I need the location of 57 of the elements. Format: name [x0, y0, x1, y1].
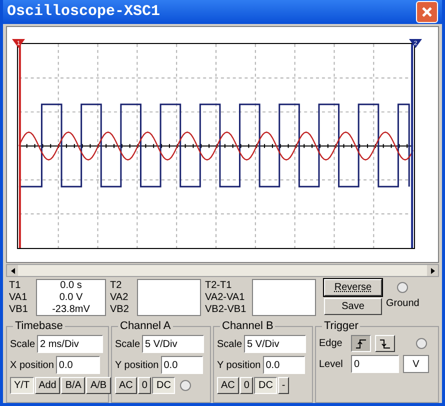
readout-label: VA2-VA1 [205, 292, 246, 304]
readout-label: VB2 [110, 304, 130, 316]
coupling-button[interactable]: DC [254, 377, 277, 394]
field-label: Scale [115, 338, 140, 352]
field-label: Scale [10, 338, 36, 352]
falling-edge-icon [380, 338, 390, 348]
field-label: Y position [217, 358, 261, 372]
scale-field[interactable]: 5 V/Div [142, 335, 204, 353]
field-label: Level [319, 358, 344, 372]
position-field[interactable]: 0.0 [262, 356, 305, 374]
scale-field[interactable]: 2 ms/Div [37, 335, 104, 353]
radio-button[interactable] [397, 282, 408, 293]
readout-label: T1 [9, 280, 22, 292]
coupling-button[interactable]: AC [115, 377, 137, 394]
readout-label: T2 [110, 280, 123, 292]
readout-value: -23.8mV [52, 304, 90, 316]
readout-box [252, 279, 316, 316]
field-label: Scale [217, 338, 242, 352]
coupling-button[interactable]: 0 [138, 377, 152, 394]
action-button[interactable]: Save [324, 298, 382, 315]
readout-label: VA2 [110, 292, 130, 304]
field-label: Edge [319, 337, 344, 351]
unit-label: V [403, 355, 429, 373]
readout-label: VB2-VB1 [205, 304, 248, 316]
left-arrow-icon [10, 268, 14, 274]
radio-button[interactable] [416, 338, 427, 349]
coupling-button[interactable]: 0 [240, 377, 254, 394]
mode-button[interactable]: Y/T [10, 377, 34, 394]
mode-button[interactable]: B/A [61, 377, 86, 394]
readout-box [137, 279, 201, 316]
field-label: X position [10, 358, 54, 372]
scrollbar[interactable] [6, 264, 439, 277]
right-arrow-icon [430, 268, 434, 274]
position-field[interactable]: 0.0 [56, 356, 100, 374]
position-field[interactable]: 0.0 [160, 356, 203, 374]
readout-label: T2-T1 [205, 280, 233, 292]
close-icon [421, 6, 433, 18]
coupling-button[interactable]: DC [152, 377, 175, 394]
radio-button[interactable] [180, 380, 191, 391]
action-button[interactable]: Reverse [324, 279, 382, 296]
readout-label: VB1 [9, 304, 29, 316]
rising-edge-icon [356, 338, 366, 348]
scale-field[interactable]: 5 V/Div [244, 335, 306, 353]
coupling-button[interactable]: - [278, 377, 290, 394]
readout-value: 0.0 s [60, 280, 82, 292]
group-title: Trigger [322, 320, 360, 333]
level-field[interactable]: 0 [351, 355, 399, 373]
mode-button[interactable]: Add [34, 377, 60, 394]
coupling-button[interactable]: AC [217, 377, 239, 394]
close-button[interactable] [416, 1, 438, 23]
mode-button[interactable]: A/B [86, 377, 111, 394]
edge-button[interactable] [351, 335, 371, 352]
window-title: Oscilloscope-XSC1 [7, 2, 160, 22]
readout-value: 0.0 V [59, 292, 83, 304]
ground-label: Ground [386, 297, 420, 311]
readout-label: VA1 [9, 292, 28, 304]
field-label: Y position [115, 358, 159, 372]
